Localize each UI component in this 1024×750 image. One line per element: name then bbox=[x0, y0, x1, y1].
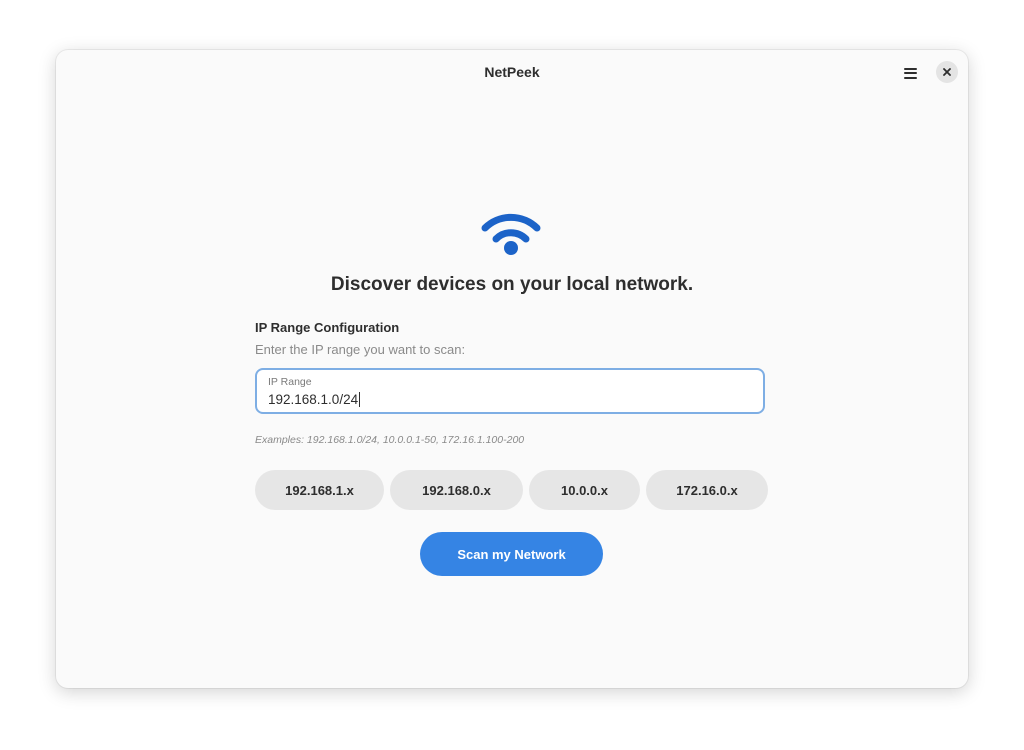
close-button[interactable] bbox=[936, 61, 958, 83]
ip-range-input-value[interactable]: 192.168.1.0/24 bbox=[268, 392, 358, 407]
preset-chip-172-16-0[interactable]: 172.16.0.x bbox=[646, 470, 768, 510]
ip-range-config-title: IP Range Configuration bbox=[255, 320, 400, 335]
page-headline: Discover devices on your local network. bbox=[330, 274, 694, 295]
main-menu-button[interactable] bbox=[898, 61, 922, 85]
hamburger-menu-icon bbox=[903, 67, 917, 79]
app-window: NetPeek Discover devices on your local n… bbox=[56, 50, 968, 688]
ip-range-config-subtitle: Enter the IP range you want to scan: bbox=[255, 342, 466, 357]
header-bar: NetPeek bbox=[56, 50, 968, 96]
preset-chip-192-168-0[interactable]: 192.168.0.x bbox=[390, 470, 523, 510]
scan-network-button[interactable]: Scan my Network bbox=[420, 532, 603, 576]
wifi-icon bbox=[481, 213, 541, 255]
preset-chip-10-0-0[interactable]: 10.0.0.x bbox=[529, 470, 640, 510]
close-icon bbox=[943, 68, 951, 76]
text-caret bbox=[359, 392, 361, 407]
ip-range-input-content: 192.168.1.0/24 bbox=[268, 392, 361, 407]
ip-range-examples: Examples: 192.168.1.0/24, 10.0.0.1-50, 1… bbox=[255, 434, 525, 446]
window-title: NetPeek bbox=[484, 64, 540, 80]
preset-chip-192-168-1[interactable]: 192.168.1.x bbox=[255, 470, 384, 510]
ip-range-input-label: IP Range bbox=[268, 376, 312, 388]
ip-range-input[interactable]: IP Range 192.168.1.0/24 bbox=[255, 368, 765, 414]
